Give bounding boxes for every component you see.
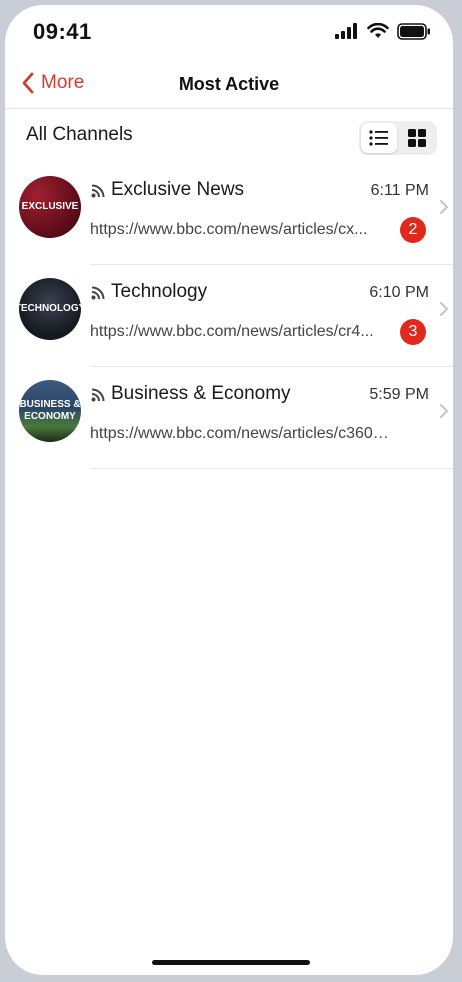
unread-badge: 2 (400, 217, 426, 243)
home-indicator[interactable] (152, 960, 310, 965)
battery-icon (397, 22, 430, 40)
wifi-icon (367, 23, 389, 38)
list-view-button[interactable] (361, 123, 397, 153)
view-toggle (359, 121, 437, 155)
channel-name: Technology (111, 281, 208, 302)
section-label: All Channels (26, 124, 133, 145)
row-divider (90, 468, 453, 469)
grid-view-button[interactable] (399, 123, 435, 153)
channel-avatar: TECHNOLOGY (19, 278, 81, 340)
chevron-right-icon (440, 404, 448, 418)
rss-icon (91, 286, 105, 300)
channel-name: Business & Economy (111, 383, 291, 404)
channel-last-url: https://www.bbc.com/news/articles/c3604r… (90, 425, 390, 442)
channel-last-url: https://www.bbc.com/news/articles/cr4... (90, 323, 374, 340)
grid-view-icon (408, 129, 426, 147)
rss-icon (91, 388, 105, 402)
status-time: 09:41 (33, 19, 92, 44)
unread-badge: 3 (400, 319, 426, 345)
channel-time: 6:10 PM (369, 284, 429, 301)
rss-icon (91, 184, 105, 198)
channel-name: Exclusive News (111, 179, 245, 200)
status-icons (335, 21, 431, 41)
channel-last-url: https://www.bbc.com/news/articles/cx... (90, 221, 368, 238)
channel-row-exclusive-news[interactable]: EXCLUSIVE Exclusive News 6:11 PM https:/… (5, 163, 453, 265)
channel-row-business-economy[interactable]: BUSINESS & ECONOMY Business & Economy 5:… (5, 367, 453, 469)
chevron-right-icon (440, 200, 448, 214)
status-bar: 09:41 (5, 5, 453, 65)
channel-row-technology[interactable]: TECHNOLOGY Technology 6:10 PM https://ww… (5, 265, 453, 367)
list-view-icon (369, 130, 388, 146)
navigation-bar: More Most Active (5, 65, 453, 109)
chevron-right-icon (440, 302, 448, 316)
signal-icon (335, 23, 357, 39)
channel-time: 6:11 PM (370, 182, 429, 199)
channel-avatar: BUSINESS & ECONOMY (19, 380, 81, 442)
phone-screen: 09:41 More Most Active All Channels EXCL… (5, 5, 453, 975)
channel-time: 5:59 PM (369, 386, 429, 403)
section-header: All Channels (5, 109, 453, 163)
channel-avatar: EXCLUSIVE (19, 176, 81, 238)
channel-list: EXCLUSIVE Exclusive News 6:11 PM https:/… (5, 163, 453, 469)
page-title: Most Active (178, 74, 280, 94)
